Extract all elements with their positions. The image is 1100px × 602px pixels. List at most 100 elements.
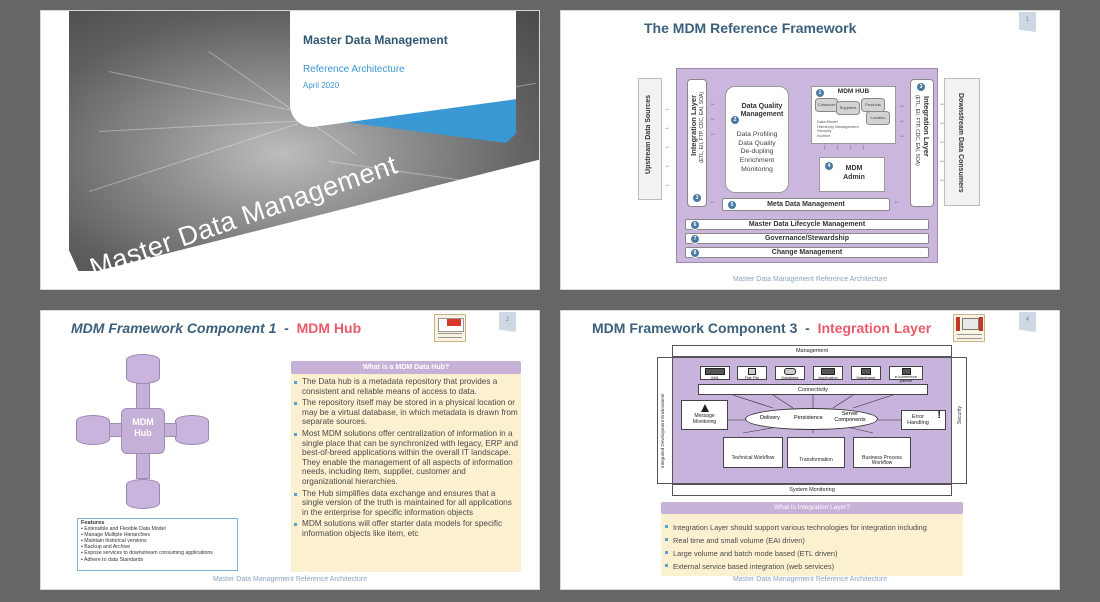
- integration-left-subtitle: (ETL, EII, FTP, CDC, EAI, SOA): [699, 92, 705, 163]
- hub-center: MDM Hub: [121, 408, 165, 454]
- upstream-sources-box: Upstream Data Sources: [638, 78, 662, 200]
- message-monitoring-box: Message Monitoring: [681, 400, 728, 430]
- slide-thumbnail-integration-layer[interactable]: MDM Framework Component 3 - Integration …: [560, 310, 1060, 590]
- mdm-admin-box: 4 MDM Admin: [819, 157, 885, 192]
- bullet-item: External service based integration (web …: [664, 560, 964, 573]
- title-main: MDM Framework Component 1: [71, 320, 277, 336]
- core-ellipse: Delivery Persistence Server Components: [745, 408, 878, 430]
- exclamation-icon: !: [937, 409, 941, 421]
- framework-frame: Integration Layer (ETL, EII, FTP, CDC, E…: [676, 68, 938, 263]
- dq-items: Data Profiling Data Quality De-dupling E…: [726, 131, 788, 175]
- slide-footer: Master Data Management Reference Archite…: [732, 276, 888, 283]
- integration-layer-left: Integration Layer (ETL, EII, FTP, CDC, E…: [687, 79, 707, 207]
- title-accent: Integration Layer: [817, 320, 932, 336]
- dq-item: Data Profiling: [736, 131, 778, 138]
- feature-item: Backup and Archive: [84, 544, 131, 551]
- store-suppliers: Suppliers: [836, 101, 860, 115]
- slide-title: MDM Framework Component 3 - Integration …: [592, 320, 931, 336]
- bullet-item: MDM solutions will offer starter data mo…: [293, 519, 519, 538]
- core-persistence: Persistence: [794, 415, 823, 421]
- store-products: Products: [861, 98, 885, 112]
- governance-bar: 7 Governance/Stewardship: [685, 233, 929, 244]
- slide-title: MDM Framework Component 1 - MDM Hub: [71, 320, 361, 336]
- upstream-label: Upstream Data Sources: [645, 95, 652, 174]
- hub-details: Data Model Hierarchy Management Security…: [817, 119, 859, 138]
- mdm-hub-box: 1 MDM HUB Customer Suppliers Products Lo…: [811, 86, 896, 144]
- slide-footer: Master Data Management Reference Archite…: [732, 576, 888, 583]
- badge-6: 6: [690, 220, 700, 230]
- slide-subtitle: Reference Architecture: [303, 64, 405, 75]
- database-left: [76, 415, 110, 445]
- feature-item: Extensible and Flexible Data Model: [84, 526, 166, 533]
- slide-thumbnail-title[interactable]: Master Data Management Reference Archite…: [40, 10, 540, 290]
- lifecycle-bar: 6 Master Data Lifecycle Management: [685, 219, 929, 230]
- page-number: 2: [499, 312, 516, 332]
- what-is-integration-heading: What is Integration Layer?: [661, 502, 963, 514]
- integration-layer-diagram: Integrated Development Environment Secur…: [657, 345, 967, 496]
- ide-label: Integrated Development Environment: [660, 393, 665, 468]
- downstream-arrows: ↔ ↔ ↔ ↔ ↔: [939, 101, 945, 183]
- slide-thumbnail-mdm-hub[interactable]: MDM Framework Component 1 - MDM Hub 2 MD…: [40, 310, 540, 590]
- bullet-item: The Data hub is a metadata repository th…: [293, 377, 519, 396]
- bullet-item: Most MDM solutions offer centralization …: [293, 429, 519, 487]
- business-process-workflow-box: Business Process Workflow: [853, 437, 911, 468]
- meta-arrow-left: ↔: [710, 199, 716, 205]
- slide-thumbnail-framework[interactable]: The MDM Reference Framework 1 Upstream D…: [560, 10, 1060, 290]
- bullet-item: Integration Layer should support various…: [664, 521, 964, 534]
- feature-item: Expose services to downstream consuming …: [84, 550, 213, 557]
- hub-arrows: ↔ ↔ ↔: [899, 103, 905, 139]
- badge-3: 3: [692, 193, 702, 203]
- page-number: 1: [1019, 12, 1036, 32]
- badge-3-right: 3: [916, 82, 926, 92]
- core-delivery: Delivery: [760, 415, 780, 421]
- slide-date: April 2020: [303, 81, 340, 90]
- message-monitoring-label: Message Monitoring: [692, 413, 717, 425]
- features-title: Features: [81, 520, 105, 526]
- dq-item: Enrichment: [739, 157, 775, 165]
- slide-title: Master Data Management: [303, 33, 448, 47]
- workflow-label: Technical Workflow: [731, 455, 775, 461]
- title-separator: -: [805, 320, 810, 336]
- meta-title: Meta Data Management: [767, 201, 845, 208]
- page-number: 4: [1019, 312, 1036, 332]
- bullet-item: Large volume and batch mode based (ETL d…: [664, 547, 964, 560]
- integration-bullet-list: Integration Layer should support various…: [664, 521, 964, 573]
- feature-item: Maintain historical versions: [84, 538, 147, 545]
- presentation-board-icon: [434, 314, 466, 342]
- database-bottom: [126, 479, 160, 509]
- admin-title: MDM Admin: [843, 165, 865, 181]
- bar-label: Governance/Stewardship: [764, 235, 850, 242]
- workflow-label: Business Process Workflow: [862, 455, 902, 466]
- system-monitoring-bar: System Monitoring: [672, 484, 952, 496]
- management-bar: Management: [672, 345, 952, 357]
- store-customer: Customer: [815, 98, 838, 112]
- hub-bullet-list: The Data hub is a metadata repository th…: [293, 377, 519, 539]
- store-location: Location: [866, 111, 890, 125]
- bullet-item: The Hub simplifies data exchange and ens…: [293, 489, 519, 518]
- integration-left-title: Integration Layer: [689, 95, 698, 156]
- meta-data-management-box: 5 Meta Data Management: [722, 198, 890, 211]
- error-handling-box: Error Handling !: [901, 410, 946, 430]
- core-server-components: Server Components: [834, 411, 866, 423]
- bullet-item: The repository itself may be stored in a…: [293, 398, 519, 427]
- title-separator: -: [284, 320, 289, 336]
- title-accent: MDM Hub: [296, 320, 362, 336]
- what-is-hub-heading: What is a MDM Data Hub?: [291, 361, 521, 374]
- dq-title: Data Quality Management: [740, 103, 784, 118]
- presentation-board-icon: [953, 314, 985, 342]
- database-right: [175, 415, 209, 445]
- dq-arrows: ↔ ↔ ↔: [710, 101, 716, 137]
- dq-item: Data Quality: [738, 139, 776, 147]
- downstream-consumers-box: Downstream Data Consumers: [944, 78, 980, 206]
- hub-title: MDM HUB: [837, 88, 870, 95]
- dq-item: De-dupling: [740, 148, 774, 156]
- badge-8: 8: [690, 248, 700, 258]
- data-quality-box: 2 Data Quality Management Data Profiling…: [725, 86, 789, 193]
- workflow-label: Transformation: [799, 457, 833, 463]
- security-label: Security: [957, 406, 963, 425]
- badge-5: 5: [727, 200, 737, 210]
- integration-layer-right: 3 Integration Layer (ETL, EII, FTP, CDC,…: [910, 79, 934, 207]
- integration-right-title: Integration Layer: [922, 96, 931, 157]
- features-box: Features ▪ Extensible and Flexible Data …: [77, 518, 238, 571]
- dq-item: Monitoring: [741, 165, 773, 173]
